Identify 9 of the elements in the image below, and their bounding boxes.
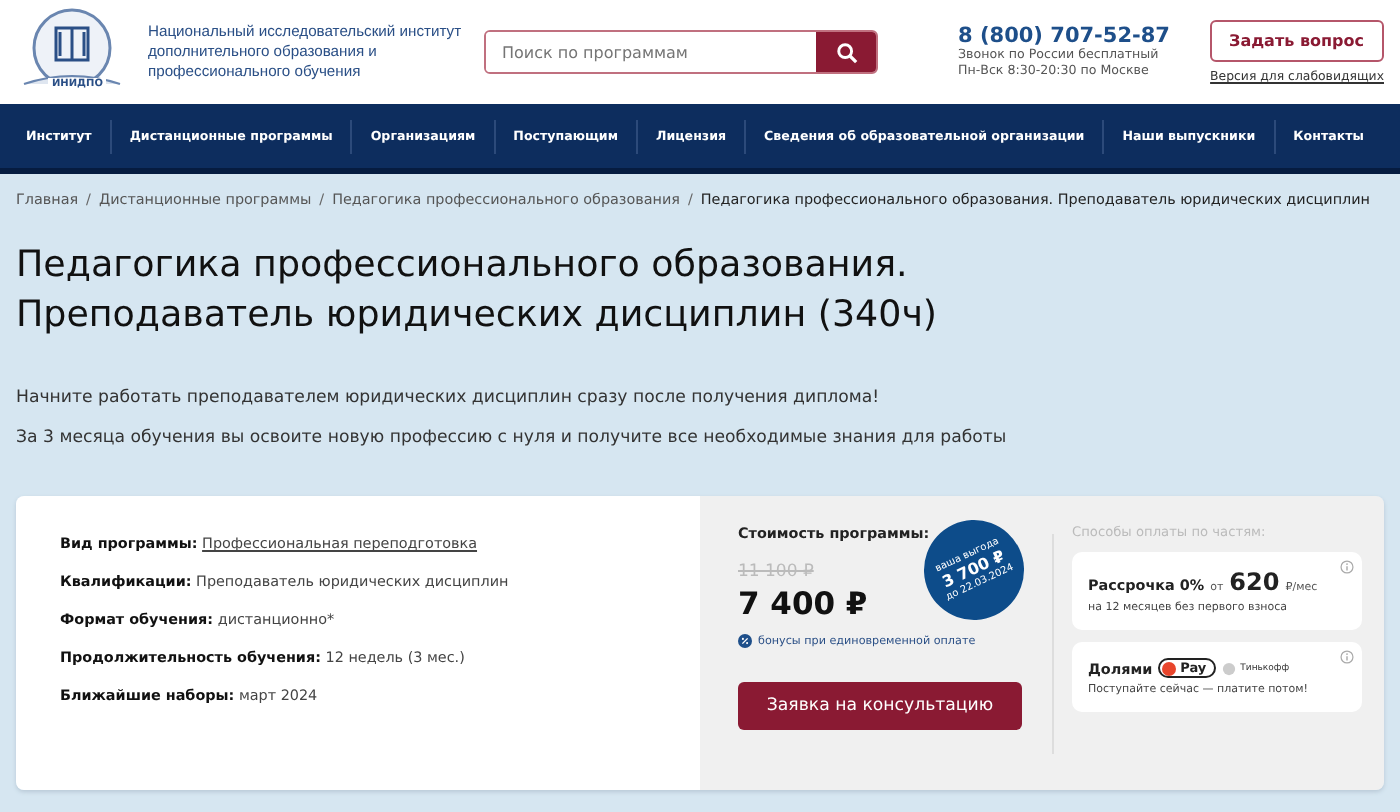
monthly-amount: 620 <box>1229 568 1280 596</box>
consultation-button[interactable]: Заявка на консультацию <box>738 682 1022 730</box>
search-field[interactable]: Поиск по программам <box>484 30 878 74</box>
intro-text: Начните работать преподавателем юридических дисциплин сразу после получения диплома! <box>16 388 882 408</box>
page-title: Педагогика профессионального образования. Преподаватель юридических дисциплин (340ч) <box>16 242 940 340</box>
intro-text: За 3 месяца обучения вы освоите новую профессию с нуля и получите все необходимые знания для работы <box>16 428 1009 448</box>
phone-number[interactable]: 8 (800) 707-52-87 <box>958 23 1206 47</box>
ask-question-button[interactable]: Задать вопрос <box>1209 20 1384 62</box>
current-price: 7 400 ₽ <box>738 586 868 622</box>
